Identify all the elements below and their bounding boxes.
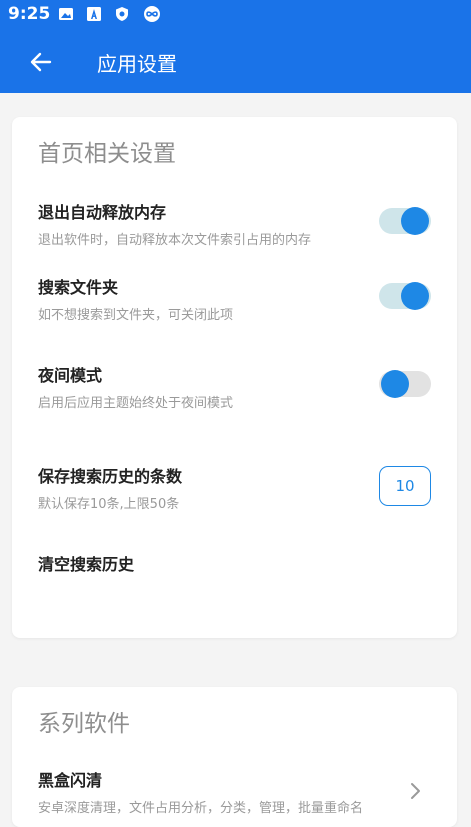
- auto-release-subtitle: 退出软件时，自动释放本次文件索引占用的内存: [38, 233, 312, 248]
- section-title-home: 首页相关设置: [38, 141, 176, 167]
- auto-release-title: 退出自动释放内存: [38, 203, 167, 222]
- app-bar: 应用设置: [0, 30, 471, 93]
- search-folders-subtitle: 如不想搜索到文件夹，可关闭此项: [38, 308, 234, 323]
- history-count-subtitle: 默认保存10条,上限50条: [38, 497, 180, 512]
- software-subtitle: 安卓深度清理，文件占用分析，分类，管理，批量重命名: [38, 801, 364, 816]
- night-mode-title: 夜间模式: [38, 366, 103, 385]
- software-title: 黑盒闪清: [38, 771, 103, 790]
- chevron-right-icon: [408, 781, 422, 801]
- search-folders-title: 搜索文件夹: [38, 278, 119, 297]
- section-title-series: 系列软件: [38, 711, 130, 737]
- switch-thumb: [401, 207, 429, 235]
- auto-release-switch[interactable]: [379, 205, 431, 237]
- shield-icon: [114, 6, 130, 22]
- history-count-input[interactable]: 10: [379, 466, 431, 506]
- clear-history-button[interactable]: 清空搜索历史: [38, 551, 134, 575]
- arrow-left-icon[interactable]: [28, 49, 54, 75]
- list-item[interactable]: 黑盒闪清 安卓深度清理，文件占用分析，分类，管理，批量重命名: [12, 757, 457, 827]
- status-bar: 9:25: [0, 0, 471, 30]
- status-time: 9:25: [8, 4, 51, 24]
- switch-thumb: [401, 282, 429, 310]
- page-title: 应用设置: [97, 52, 177, 76]
- search-folders-switch[interactable]: [379, 280, 431, 312]
- night-mode-switch[interactable]: [379, 368, 431, 400]
- infinity-icon: [142, 6, 162, 22]
- night-mode-subtitle: 启用后应用主题始终处于夜间模式: [38, 396, 234, 411]
- switch-thumb: [381, 370, 409, 398]
- a-box-icon: [86, 6, 102, 22]
- series-software-card: 系列软件 黑盒闪清 安卓深度清理，文件占用分析，分类，管理，批量重命名: [12, 687, 457, 827]
- history-count-title: 保存搜索历史的条数: [38, 467, 183, 486]
- image-icon: [58, 6, 74, 22]
- home-settings-card: 首页相关设置 退出自动释放内存 退出软件时，自动释放本次文件索引占用的内存 搜索…: [12, 117, 457, 638]
